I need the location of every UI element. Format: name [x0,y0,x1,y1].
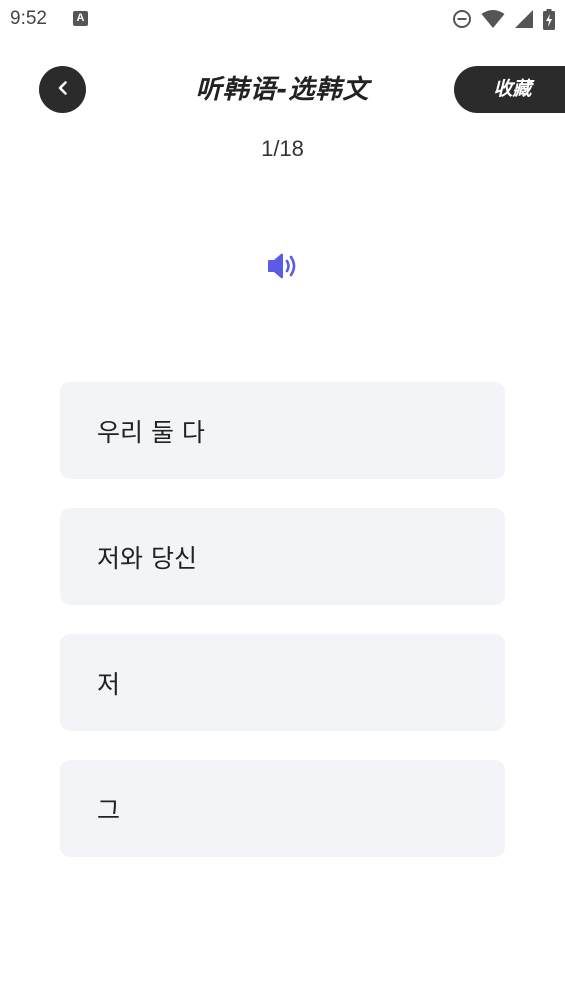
progress-counter: 1/18 [261,136,304,161]
wifi-icon [481,9,505,29]
status-time: 9:52 [10,8,47,29]
option-4[interactable]: 그 [60,760,505,857]
option-label: 저 [97,669,121,699]
page-title: 听韩语-选韩文 [195,75,370,105]
notification-a-icon: A [73,11,88,26]
back-button[interactable] [39,66,86,113]
speaker-icon [265,251,299,285]
option-label: 그 [97,795,121,825]
status-bar: 9:52 A [0,0,565,38]
option-3[interactable]: 저 [60,634,505,731]
answer-options: 우리 둘 다 저와 당신 저 그 [60,382,505,886]
option-label: 우리 둘 다 [97,417,205,447]
do-not-disturb-icon [452,9,472,29]
option-label: 저와 당신 [97,543,197,573]
favorite-button[interactable]: 收藏 [454,66,565,113]
cellular-signal-icon [514,9,534,29]
status-icons [452,8,555,30]
option-1[interactable]: 우리 둘 다 [60,382,505,479]
battery-charging-icon [543,8,555,30]
chevron-left-icon [55,80,71,100]
option-2[interactable]: 저와 당신 [60,508,505,605]
play-audio-button[interactable] [262,248,302,288]
